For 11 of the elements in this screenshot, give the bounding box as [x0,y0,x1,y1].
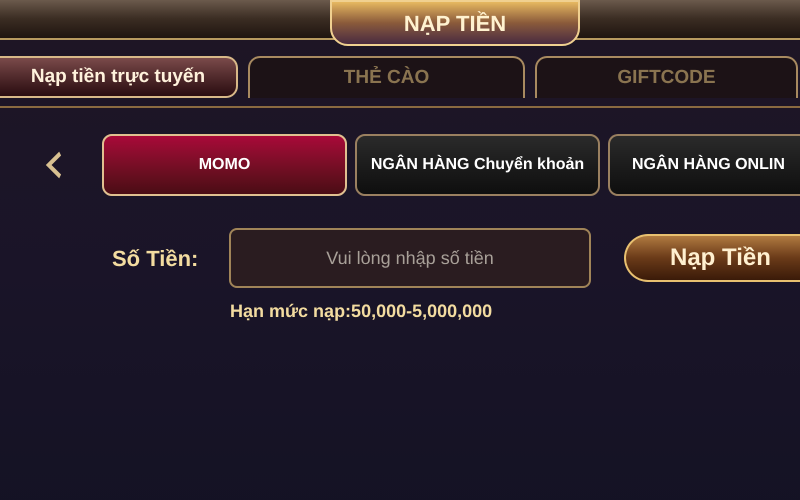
deposit-button[interactable]: Nạp Tiền [624,234,800,282]
tab[interactable]: Nạp tiền trực tuyến [0,56,238,98]
window-title: NẠP TIỀN [330,0,580,46]
tab[interactable]: GIFTCODE [535,56,798,98]
payment-method-tab[interactable]: NGÂN HÀNG Chuyển khoản [355,134,600,196]
deposit-limit-text: Hạn mức nạp:50,000-5,000,000 [230,300,492,323]
amount-field[interactable]: Vui lòng nhập số tiền [229,228,591,288]
payment-method-tab[interactable]: NGÂN HÀNG ONLIN [608,134,800,196]
tab[interactable]: THẺ CÀO [248,56,525,98]
payment-method-tab[interactable]: MOMO [102,134,347,196]
amount-label: Số Tiền: [112,244,200,272]
